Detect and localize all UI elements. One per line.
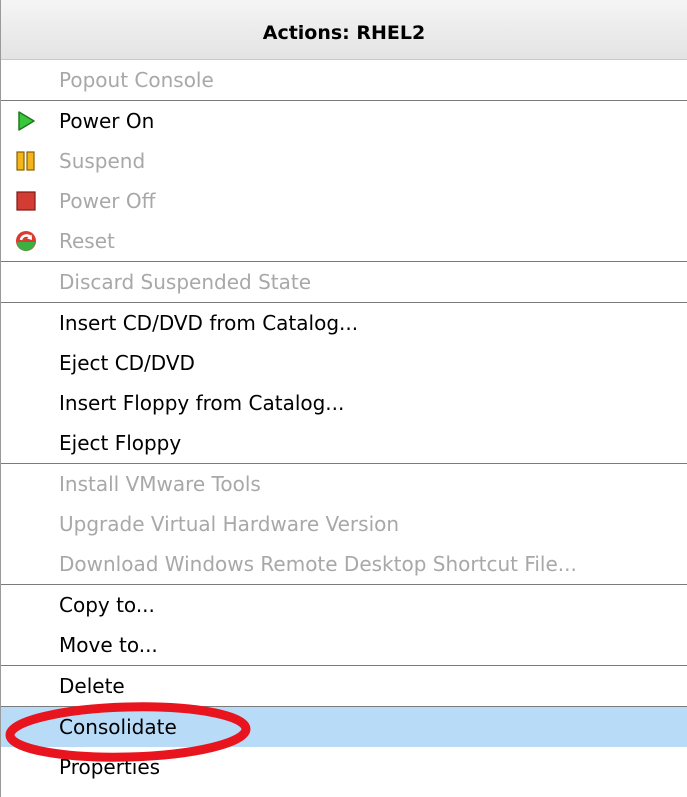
menu-header: Actions: RHEL2	[1, 0, 687, 60]
menu-body: Popout Console Power On Suspend Power Off Re…	[1, 60, 687, 787]
menu-item-label: Power On	[59, 109, 155, 133]
menu-item-label: Copy to...	[59, 593, 155, 617]
menu-item-label: Delete	[59, 674, 125, 698]
menu-item-label: Eject Floppy	[59, 431, 182, 455]
play-icon	[14, 110, 38, 132]
pause-icon	[14, 150, 38, 172]
actions-context-menu: Actions: RHEL2 Popout Console Power On Sus…	[0, 0, 687, 797]
menu-item-delete[interactable]: Delete	[1, 666, 687, 706]
reset-icon	[14, 230, 38, 252]
menu-item-suspend: Suspend	[1, 141, 687, 181]
menu-item-install-vmware-tools: Install VMware Tools	[1, 464, 687, 504]
menu-item-discard-suspended-state: Discard Suspended State	[1, 262, 687, 302]
menu-item-popout-console: Popout Console	[1, 60, 687, 100]
menu-item-properties[interactable]: Properties	[1, 747, 687, 787]
menu-item-power-off: Power Off	[1, 181, 687, 221]
menu-item-label: Popout Console	[59, 68, 214, 92]
menu-item-copy-to[interactable]: Copy to...	[1, 585, 687, 625]
menu-item-upgrade-virtual-hardware-version: Upgrade Virtual Hardware Version	[1, 504, 687, 544]
menu-item-label: Insert CD/DVD from Catalog...	[59, 311, 359, 335]
menu-item-label: Install VMware Tools	[59, 472, 261, 496]
menu-item-download-windows-remote-desktop-shortcut-file: Download Windows Remote Desktop Shortcut…	[1, 544, 687, 584]
menu-item-label: Consolidate	[59, 715, 177, 739]
menu-item-eject-floppy[interactable]: Eject Floppy	[1, 423, 687, 463]
menu-item-consolidate[interactable]: Consolidate	[1, 707, 687, 747]
menu-item-move-to[interactable]: Move to...	[1, 625, 687, 665]
menu-item-eject-cd-dvd[interactable]: Eject CD/DVD	[1, 343, 687, 383]
stop-icon	[14, 190, 38, 212]
menu-item-label: Discard Suspended State	[59, 270, 312, 294]
menu-item-label: Upgrade Virtual Hardware Version	[59, 512, 400, 536]
menu-item-power-on[interactable]: Power On	[1, 101, 687, 141]
menu-item-label: Insert Floppy from Catalog...	[59, 391, 345, 415]
menu-item-label: Eject CD/DVD	[59, 351, 195, 375]
menu-item-reset: Reset	[1, 221, 687, 261]
menu-item-label: Suspend	[59, 149, 146, 173]
menu-item-label: Reset	[59, 229, 115, 253]
menu-item-label: Power Off	[59, 189, 156, 213]
menu-item-insert-cd-dvd-from-catalog[interactable]: Insert CD/DVD from Catalog...	[1, 303, 687, 343]
menu-item-label: Move to...	[59, 633, 158, 657]
menu-item-label: Download Windows Remote Desktop Shortcut…	[59, 552, 577, 576]
menu-item-label: Properties	[59, 755, 161, 779]
menu-item-insert-floppy-from-catalog[interactable]: Insert Floppy from Catalog...	[1, 383, 687, 423]
